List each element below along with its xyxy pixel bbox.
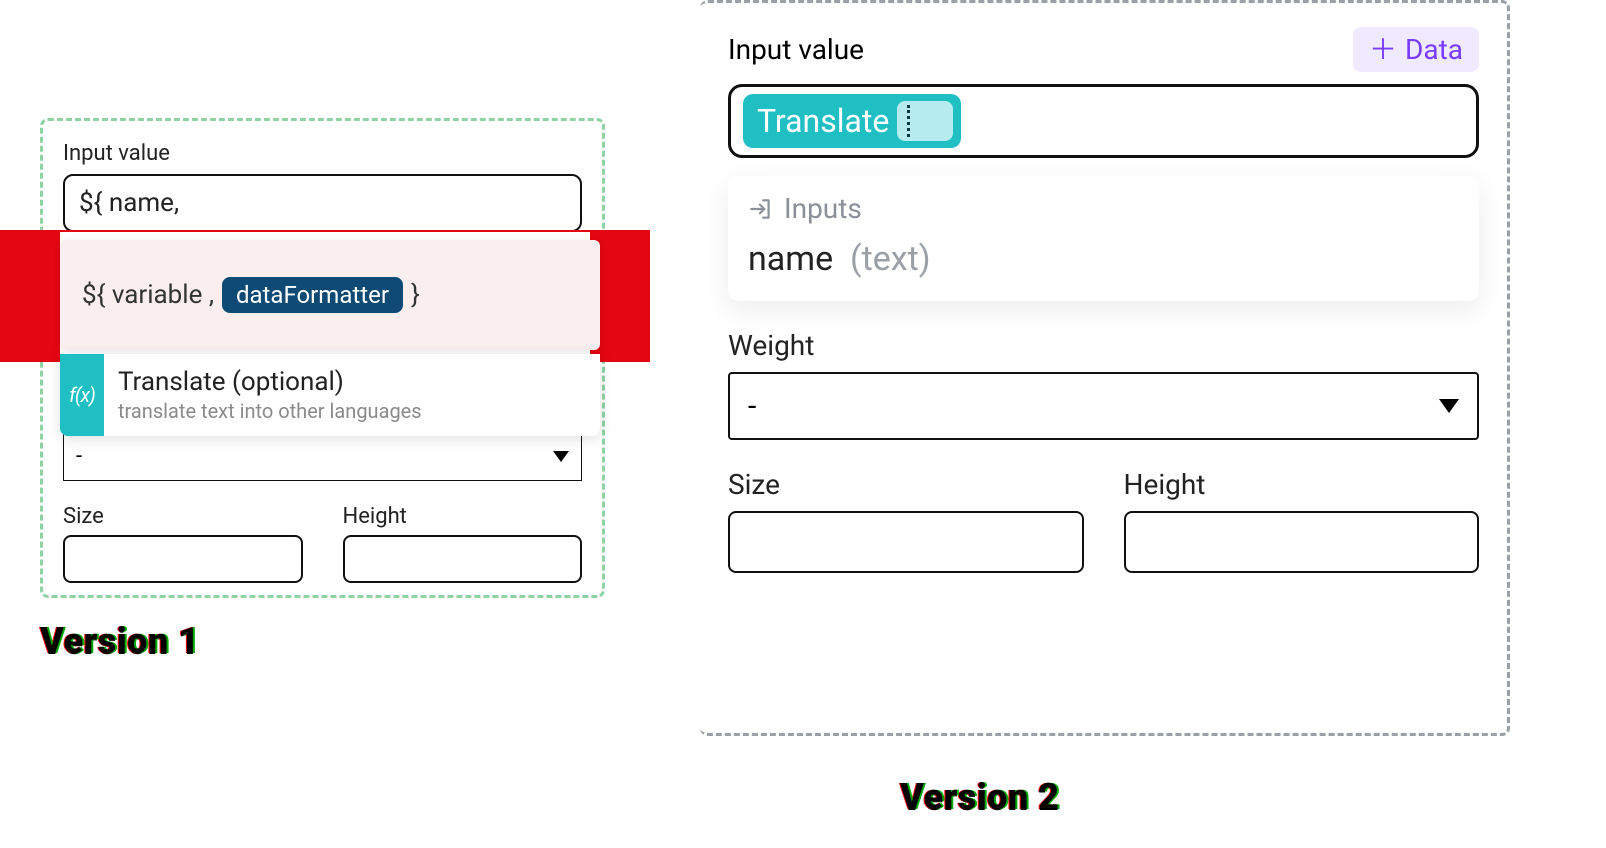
- chevron-down-icon: [553, 451, 569, 462]
- v1-size-label: Size: [63, 504, 303, 529]
- v2-input-value-label: Input value: [728, 33, 864, 66]
- weight-select-value: -: [748, 389, 756, 424]
- inputs-section-label: Inputs: [784, 192, 862, 225]
- translate-token-slot[interactable]: [897, 101, 953, 141]
- syntax-hint-popup[interactable]: ${ variable , dataFormatter }: [60, 240, 600, 350]
- v1-input-value-label: Input value: [63, 141, 582, 166]
- v2-input-value-field[interactable]: Translate: [728, 84, 1479, 158]
- add-data-label: Data: [1405, 33, 1463, 66]
- v2-size-label: Size: [728, 468, 1084, 501]
- add-data-button[interactable]: ＋ Data: [1353, 27, 1479, 72]
- dropdown-item-name-text: name: [748, 239, 833, 279]
- v1-input-value-text: ${ name,: [79, 188, 179, 218]
- syntax-suffix: }: [411, 280, 420, 310]
- translate-function-suggestion[interactable]: f(x) Translate (optional) translate text…: [60, 354, 600, 436]
- v2-caption: Version 2: [900, 776, 1060, 818]
- translate-function-desc: translate text into other languages: [118, 399, 422, 423]
- inputs-icon: [748, 196, 774, 222]
- v1-height-input[interactable]: [343, 535, 583, 583]
- v1-height-label: Height: [343, 504, 583, 529]
- function-icon: f(x): [60, 354, 104, 436]
- dropdown-item-name[interactable]: name (text): [748, 239, 1459, 279]
- v2-panel: Input value ＋ Data Translate Inputs: [700, 0, 1510, 736]
- chevron-down-icon: [1439, 399, 1459, 413]
- translate-token-label: Translate: [757, 102, 889, 140]
- weight-select[interactable]: -: [728, 372, 1479, 440]
- translate-token[interactable]: Translate: [743, 94, 961, 148]
- inputs-dropdown: Inputs name (text): [728, 176, 1479, 301]
- weight-label: Weight: [728, 329, 1479, 362]
- syntax-prefix: ${ variable ,: [82, 280, 214, 310]
- v1-input-value-field[interactable]: ${ name,: [63, 174, 582, 232]
- v1-hidden-select[interactable]: -: [63, 431, 582, 481]
- plus-icon: ＋: [1369, 36, 1397, 64]
- v1-hidden-select-value: -: [76, 444, 82, 469]
- v2-size-input[interactable]: [728, 511, 1084, 573]
- v2-height-input[interactable]: [1124, 511, 1480, 573]
- v2-height-label: Height: [1124, 468, 1480, 501]
- v1-caption: Version 1: [40, 620, 200, 662]
- v1-size-input[interactable]: [63, 535, 303, 583]
- dataformatter-chip: dataFormatter: [222, 277, 403, 313]
- dropdown-item-type: (text): [842, 239, 931, 279]
- translate-function-title: Translate (optional): [118, 367, 422, 397]
